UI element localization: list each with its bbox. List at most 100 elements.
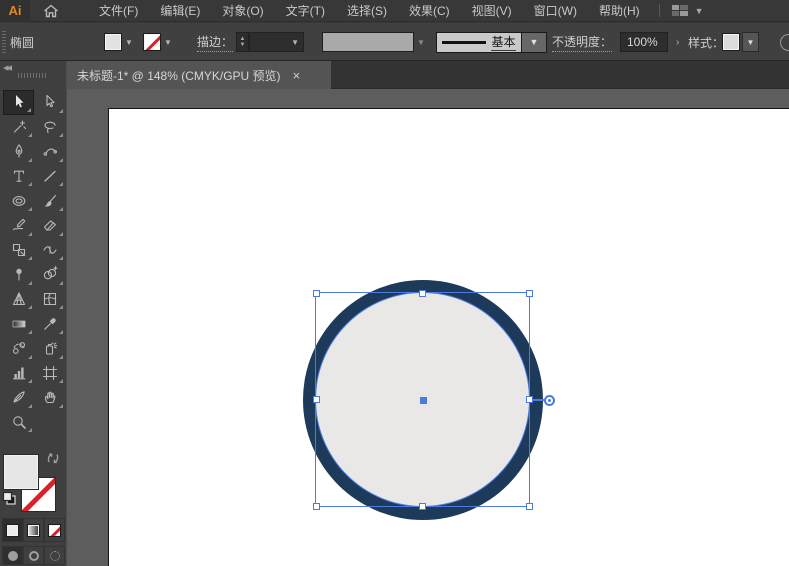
fill-swatch-indicator[interactable] xyxy=(3,454,39,490)
control-panel-menu-icon[interactable] xyxy=(780,34,789,51)
workspace-chevron-down-icon[interactable]: ▼ xyxy=(695,6,704,16)
tool-eyedropper[interactable] xyxy=(34,311,65,336)
tool-type[interactable] xyxy=(3,164,34,189)
tool-flyout-icon xyxy=(28,182,32,187)
opacity-input[interactable]: 100% xyxy=(620,32,668,52)
menu-item-8[interactable]: 窗口(W) xyxy=(523,0,588,22)
tool-hand[interactable] xyxy=(34,385,65,410)
stroke-color-swatch-none[interactable] xyxy=(143,33,161,51)
stroke-weight-chevron-down-icon[interactable]: ▼ xyxy=(291,38,299,47)
opacity-panel-link[interactable]: 不透明度： xyxy=(552,33,613,52)
fill-color-swatch[interactable] xyxy=(104,33,122,51)
selection-center-point[interactable] xyxy=(420,397,427,404)
tool-panel: ◂◂ xyxy=(0,61,67,566)
menu-item-3[interactable]: 对象(O) xyxy=(211,0,274,22)
collapse-panel-icon[interactable]: ◂◂ xyxy=(3,61,12,74)
selection-handle-middle-right[interactable] xyxy=(525,396,533,403)
tool-curvature[interactable] xyxy=(34,139,65,164)
style-swatch[interactable] xyxy=(722,33,740,51)
selection-handle-bottom-right[interactable] xyxy=(525,502,533,510)
menu-item-2[interactable]: 编辑(E) xyxy=(149,0,211,22)
color-fill-button[interactable] xyxy=(2,518,23,542)
tool-width[interactable] xyxy=(34,238,65,263)
control-bar-grip[interactable] xyxy=(2,31,6,53)
fill-type-buttons xyxy=(2,518,65,542)
selection-handle-top-left[interactable] xyxy=(312,289,320,297)
selection-handle-middle-left[interactable] xyxy=(312,396,320,403)
menu-item-6[interactable]: 效果(C) xyxy=(398,0,461,22)
menu-item-9[interactable]: 帮助(H) xyxy=(588,0,651,22)
style-label: 样式： xyxy=(688,35,725,50)
stroke-chevron-down-icon[interactable]: ▼ xyxy=(164,38,172,47)
selection-handle-bottom-center[interactable] xyxy=(419,502,426,510)
brush-definition-select[interactable]: 基本 ▼ xyxy=(436,31,547,53)
document-tab[interactable]: 未标题-1* @ 148% (CMYK/GPU 预览) × xyxy=(67,61,331,89)
tool-symbol-sprayer[interactable] xyxy=(34,336,65,361)
tool-magic-wand[interactable] xyxy=(3,115,34,140)
tool-mesh[interactable] xyxy=(34,287,65,312)
tool-flyout-icon xyxy=(59,379,63,384)
stroke-weight-select[interactable]: ▼ xyxy=(249,32,304,52)
tool-flyout-icon xyxy=(28,157,32,162)
tool-paintbrush[interactable] xyxy=(34,188,65,213)
tool-knife[interactable] xyxy=(3,385,34,410)
tool-column-graph[interactable] xyxy=(3,361,34,386)
draw-inside-button[interactable] xyxy=(44,546,65,565)
swap-fill-stroke-icon[interactable] xyxy=(46,452,60,465)
workspace-switcher-icon[interactable] xyxy=(671,4,689,17)
fill-chevron-down-icon[interactable]: ▼ xyxy=(125,38,133,47)
opacity-more-icon[interactable]: › xyxy=(676,37,679,48)
menu-item-4[interactable]: 文字(T) xyxy=(275,0,336,22)
tool-flyout-icon xyxy=(28,133,32,138)
tool-puppet-warp[interactable] xyxy=(3,262,34,287)
canvas-area[interactable] xyxy=(67,89,789,566)
tool-perspective-grid[interactable] xyxy=(3,287,34,312)
tool-direct-selection[interactable] xyxy=(34,90,65,115)
tool-flyout-icon xyxy=(28,354,32,359)
tool-flyout-icon xyxy=(59,403,63,408)
tool-blend[interactable] xyxy=(3,336,34,361)
draw-behind-button[interactable] xyxy=(23,546,44,565)
draw-normal-button[interactable] xyxy=(2,546,23,565)
tool-shape-builder[interactable] xyxy=(34,262,65,287)
selection-handle-bottom-left[interactable] xyxy=(312,502,320,510)
tool-zoom[interactable] xyxy=(3,410,34,435)
stroke-weight-stepper[interactable]: ▲ ▼ xyxy=(236,32,249,52)
brush-chevron-down-icon[interactable]: ▼ xyxy=(521,32,546,52)
tool-artboard[interactable] xyxy=(34,361,65,386)
tool-ellipse[interactable] xyxy=(3,188,34,213)
gradient-fill-button[interactable] xyxy=(23,518,44,542)
tool-selection[interactable] xyxy=(3,90,34,115)
menu-item-1[interactable]: 文件(F) xyxy=(88,0,149,22)
tool-pen[interactable] xyxy=(3,139,34,164)
live-shape-widget-icon[interactable] xyxy=(544,394,555,406)
tool-shaper[interactable] xyxy=(3,213,34,238)
stroke-panel-link[interactable]: 描边： xyxy=(197,33,234,52)
app-logo[interactable]: Ai xyxy=(0,0,30,22)
tool-gradient[interactable] xyxy=(3,311,34,336)
width-profile-chevron-down-icon[interactable]: ▼ xyxy=(417,38,425,47)
selection-handle-top-right[interactable] xyxy=(525,289,533,297)
tool-flyout-icon xyxy=(59,206,63,211)
tool-flyout-icon xyxy=(28,280,32,285)
selection-handle-top-center[interactable] xyxy=(419,289,426,297)
tool-flyout-icon xyxy=(28,231,32,236)
tool-panel-grip[interactable] xyxy=(18,73,48,78)
home-icon[interactable] xyxy=(36,0,66,22)
tool-scale[interactable] xyxy=(3,238,34,263)
style-chevron-down-icon[interactable]: ▼ xyxy=(742,32,759,52)
default-fill-stroke-icon[interactable] xyxy=(2,491,17,506)
tool-lasso[interactable] xyxy=(34,115,65,140)
tool-line-segment[interactable] xyxy=(34,164,65,189)
menu-item-7[interactable]: 视图(V) xyxy=(461,0,523,22)
illustrator-window: Ai 文件(F) 编辑(E) 对象(O) 文字(T) 选择(S) 效果(C) 视图(V) 窗口… xyxy=(0,0,789,566)
brush-preview: 基本 xyxy=(437,32,521,52)
tool-flyout-icon xyxy=(27,107,31,112)
tool-eraser[interactable] xyxy=(34,213,65,238)
menu-bar: Ai 文件(F) 编辑(E) 对象(O) 文字(T) 选择(S) 效果(C) 视图(V) 窗口… xyxy=(0,0,789,22)
selection-bounding-box[interactable] xyxy=(312,289,555,510)
none-fill-button[interactable] xyxy=(44,518,65,542)
menu-item-5[interactable]: 选择(S) xyxy=(336,0,398,22)
close-tab-icon[interactable]: × xyxy=(293,69,301,82)
width-profile-field[interactable] xyxy=(322,32,414,52)
